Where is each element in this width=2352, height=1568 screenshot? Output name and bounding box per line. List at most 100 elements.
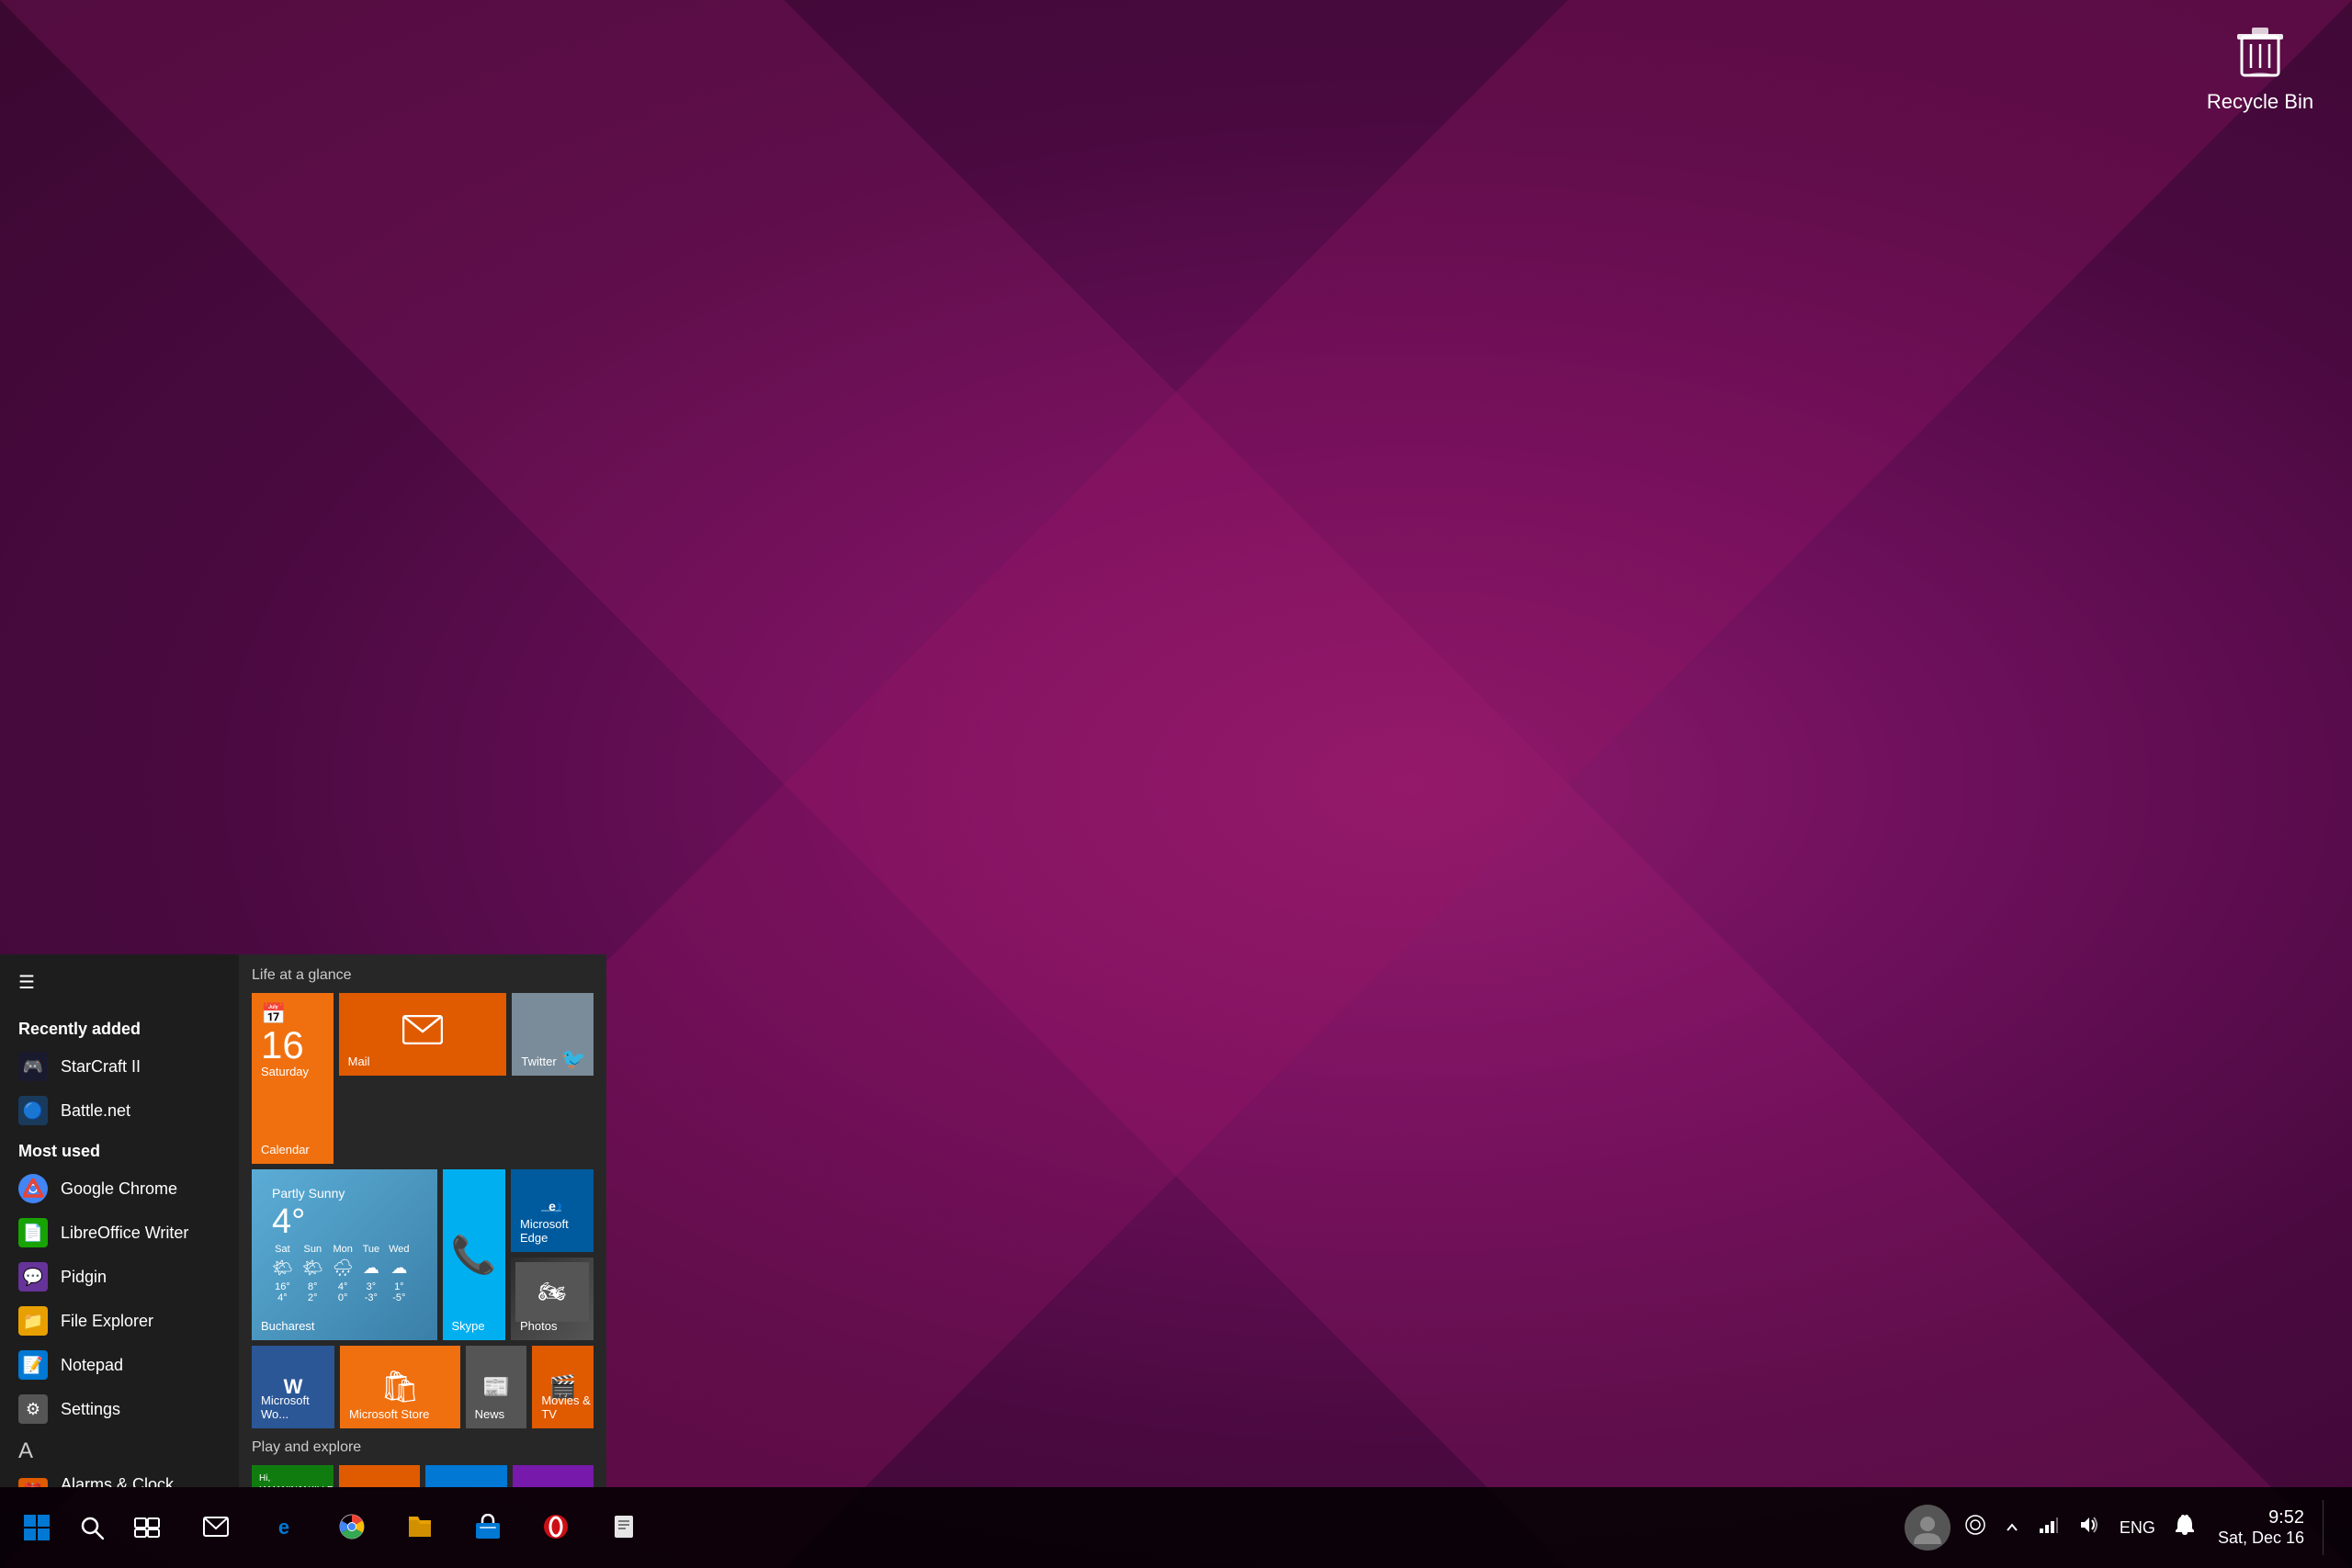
taskbar-apps: e xyxy=(175,1495,1895,1560)
app-item-libreoffice[interactable]: 📄 LibreOffice Writer xyxy=(0,1211,239,1255)
start-button[interactable] xyxy=(9,1500,64,1555)
language-indicator[interactable]: ENG xyxy=(2114,1513,2161,1543)
system-tray: ENG 9:52 Sat, Dec 16 xyxy=(1895,1500,2343,1555)
starcraft-icon: 🎮 xyxy=(18,1052,48,1081)
forecast-day-0: Sat xyxy=(275,1244,290,1255)
xbox-user-text: Hi,IAMANINJAKILLER xyxy=(259,1472,334,1487)
forecast-day-4: Wed xyxy=(389,1244,409,1255)
tile-calendar[interactable]: 📅 16 Saturday Calendar xyxy=(252,993,334,1164)
notepad-icon: 📝 xyxy=(18,1350,48,1380)
tiles-row-1: 📅 16 Saturday Calendar Mail xyxy=(252,993,594,1164)
battlenet-recent-icon: 🔵 xyxy=(18,1096,48,1125)
twitter-bird-icon: 🐦 xyxy=(561,1047,586,1071)
forecast-high-2: 4° xyxy=(338,1281,348,1292)
show-desktop-button[interactable] xyxy=(2323,1500,2334,1555)
tile-photos[interactable]: 🏍 Photos xyxy=(511,1258,594,1340)
tile-xbox[interactable]: Hi,IAMANINJAKILLER Xbox xyxy=(252,1465,334,1487)
tile-surface[interactable]: Surface xyxy=(425,1465,507,1487)
life-glance-label: Life at a glance xyxy=(252,967,594,984)
most-used-label: Most used xyxy=(0,1133,239,1167)
taskbar-store[interactable] xyxy=(456,1495,520,1560)
skype-icon: 📞 xyxy=(451,1234,497,1277)
forecast-high-0: 16° xyxy=(275,1281,290,1292)
clock-time: 9:52 xyxy=(2218,1507,2304,1529)
taskbar-fileexplorer[interactable] xyxy=(388,1495,452,1560)
play-explore-label: Play and explore xyxy=(252,1439,594,1456)
twitter-tile-label: Twitter xyxy=(521,1055,556,1068)
tile-movies[interactable]: 🎬 Movies & TV xyxy=(532,1346,594,1428)
taskbar-chrome[interactable] xyxy=(320,1495,384,1560)
tile-groove[interactable]: Groove Music xyxy=(339,1465,421,1487)
app-item-notepad[interactable]: 📝 Notepad xyxy=(0,1343,239,1387)
notifications-icon[interactable] xyxy=(2170,1509,2199,1546)
taskbar-edge[interactable]: e xyxy=(252,1495,316,1560)
settings-icon: ⚙ xyxy=(18,1394,48,1424)
user-avatar[interactable] xyxy=(1905,1505,1951,1551)
movies-tile-label: Movies & TV xyxy=(541,1393,594,1421)
app-name-pidgin: Pidgin xyxy=(61,1268,107,1287)
recently-added-label: Recently added xyxy=(0,1010,239,1044)
weather-days: Sat 🌤 16° 4° Sun 🌤 8° 2° xyxy=(272,1244,417,1303)
libreoffice-icon: 📄 xyxy=(18,1218,48,1247)
forecast-high-1: 8° xyxy=(308,1281,318,1292)
edge-tile-label: Microsoft Edge xyxy=(520,1217,594,1245)
alpha-a: A xyxy=(0,1431,239,1468)
forecast-icon-0: 🌤 xyxy=(272,1258,293,1278)
mail-tile-label: Mail xyxy=(348,1055,370,1068)
app-name-fileexplorer: File Explorer xyxy=(61,1312,153,1331)
weather-main: Partly Sunny 4° Sat 🌤 16° 4° Sun xyxy=(261,1177,428,1313)
hamburger-icon: ☰ xyxy=(18,971,35,994)
hidden-icons-arrow[interactable] xyxy=(2000,1510,2024,1545)
tile-store[interactable]: 🛍 Microsoft Store xyxy=(340,1346,460,1428)
tile-onenote[interactable]: N OneNote xyxy=(513,1465,594,1487)
app-name-libreoffice: LibreOffice Writer xyxy=(61,1224,188,1243)
forecast-high-4: 1° xyxy=(394,1281,404,1292)
recycle-bin-icon[interactable]: Recycle Bin xyxy=(2205,18,2315,114)
app-item-settings[interactable]: ⚙ Settings xyxy=(0,1387,239,1431)
tiles-row-2: Partly Sunny 4° Sat 🌤 16° 4° Sun xyxy=(252,1169,594,1340)
taskbar-clock[interactable]: 9:52 Sat, Dec 16 xyxy=(2209,1507,2313,1548)
hamburger-button[interactable]: ☰ xyxy=(0,954,239,1010)
app-name-settings: Settings xyxy=(61,1400,120,1419)
tile-edge[interactable]: e Microsoft Edge xyxy=(511,1169,594,1252)
word-tile-label: Microsoft Wo... xyxy=(261,1393,334,1421)
app-name-battlenet-recent: Battle.net xyxy=(61,1101,130,1121)
app-item-pidgin[interactable]: 💬 Pidgin xyxy=(0,1255,239,1299)
app-item-alarms[interactable]: ⏰ Alarms & Clock New xyxy=(0,1468,239,1487)
chrome-app-icon xyxy=(18,1174,48,1203)
weather-city: Bucharest xyxy=(261,1319,315,1333)
taskbar-mail[interactable] xyxy=(184,1495,248,1560)
volume-icon[interactable] xyxy=(2074,1510,2105,1545)
forecast-icon-3: ☁ xyxy=(363,1258,379,1278)
tile-weather[interactable]: Partly Sunny 4° Sat 🌤 16° 4° Sun xyxy=(252,1169,437,1340)
cortana-icon[interactable] xyxy=(1960,1509,1991,1546)
app-item-battlenet-recent[interactable]: 🔵 Battle.net xyxy=(0,1089,239,1133)
forecast-low-3: -3° xyxy=(365,1292,378,1303)
tile-mail[interactable]: Mail xyxy=(339,993,507,1076)
tile-word[interactable]: W Microsoft Wo... xyxy=(252,1346,334,1428)
tile-skype[interactable]: 📞 Skype xyxy=(443,1169,506,1340)
app-item-starcraft[interactable]: 🎮 StarCraft II xyxy=(0,1044,239,1089)
forecast-day-2: Mon xyxy=(333,1244,352,1255)
forecast-day-3: Tue xyxy=(363,1244,380,1255)
tile-twitter[interactable]: 🐦 Twitter xyxy=(512,993,594,1076)
forecast-low-2: 0° xyxy=(338,1292,348,1303)
taskbar-opera[interactable] xyxy=(524,1495,588,1560)
forecast-day-1: Sun xyxy=(304,1244,322,1255)
news-icon: 📰 xyxy=(482,1374,510,1401)
search-button[interactable] xyxy=(64,1500,119,1555)
app-name-starcraft: StarCraft II xyxy=(61,1057,141,1077)
app-item-chrome[interactable]: Google Chrome xyxy=(0,1167,239,1211)
forecast-icon-1: 🌤 xyxy=(302,1258,323,1278)
clock-date: Sat, Dec 16 xyxy=(2218,1529,2304,1548)
tile-news[interactable]: 📰 News xyxy=(466,1346,527,1428)
start-menu-left-panel: ☰ Recently added 🎮 StarCraft II 🔵 Battle… xyxy=(0,954,239,1487)
taskbar-notepad[interactable] xyxy=(592,1495,656,1560)
calendar-day: Saturday xyxy=(261,1065,324,1078)
app-item-fileexplorer[interactable]: 📁 File Explorer xyxy=(0,1299,239,1343)
task-view-button[interactable] xyxy=(119,1500,175,1555)
word-spacer: W Microsoft Wo... xyxy=(252,1346,334,1428)
store-tile-label: Microsoft Store xyxy=(349,1407,429,1421)
network-icon[interactable] xyxy=(2033,1510,2064,1545)
skype-tile-label: Skype xyxy=(452,1319,485,1333)
